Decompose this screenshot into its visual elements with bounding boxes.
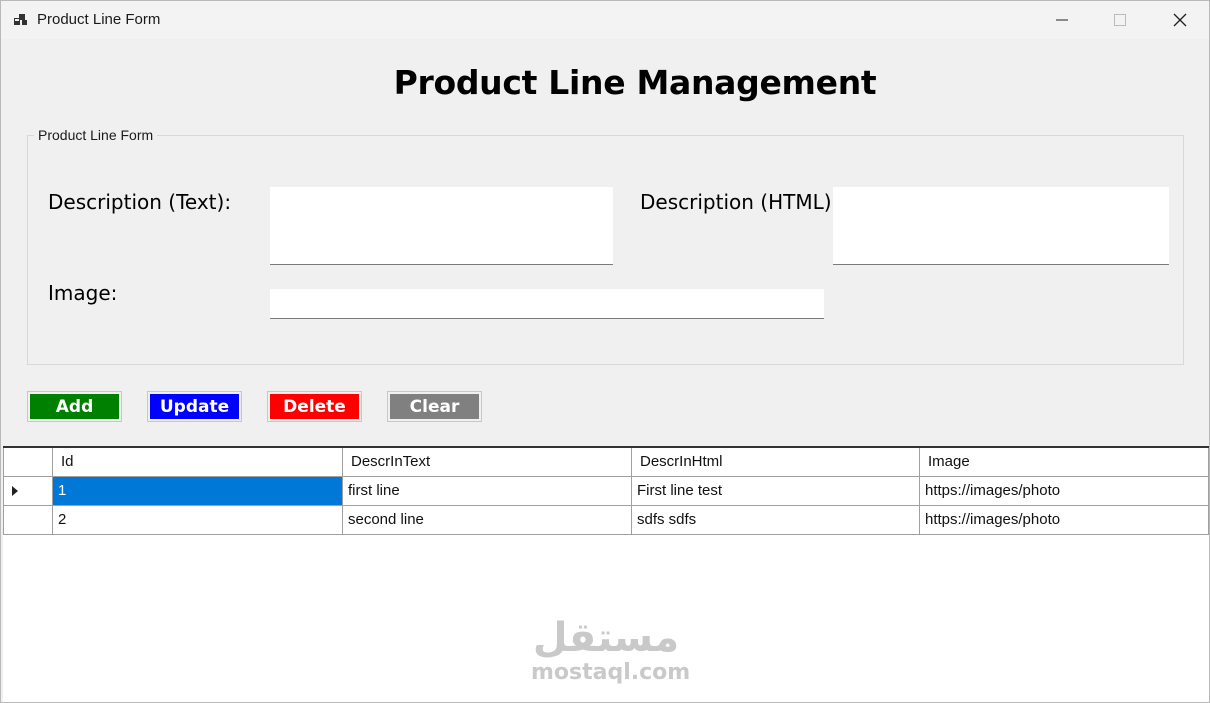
description-html-label: Description (HTML): <box>640 190 839 214</box>
table-row[interactable]: 1 first line First line test https://ima… <box>3 477 1209 506</box>
description-text-input[interactable] <box>270 187 613 265</box>
image-label: Image: <box>48 281 118 305</box>
cell-image[interactable]: https://images/photo <box>920 477 1209 505</box>
maximize-button[interactable] <box>1091 1 1149 39</box>
column-header-descrinhtml[interactable]: DescrInHtml <box>632 448 920 476</box>
app-window: Product Line Form Product Line Managemen… <box>0 0 1210 703</box>
cell-descr-text[interactable]: second line <box>343 506 632 534</box>
minimize-button[interactable] <box>1033 1 1091 39</box>
update-button-label: Update <box>150 394 239 419</box>
close-icon <box>1173 13 1187 27</box>
cell-descr-html[interactable]: First line test <box>632 477 920 505</box>
description-text-label: Description (Text): <box>48 190 232 214</box>
delete-button-label: Delete <box>270 394 359 419</box>
delete-button[interactable]: Delete <box>267 391 362 422</box>
cell-descr-text[interactable]: first line <box>343 477 632 505</box>
cell-image[interactable]: https://images/photo <box>920 506 1209 534</box>
groupbox-label: Product Line Form <box>34 127 158 143</box>
cell-id[interactable]: 1 <box>53 477 343 505</box>
window-title: Product Line Form <box>37 11 161 28</box>
clear-button-label: Clear <box>390 394 479 419</box>
column-header-image[interactable]: Image <box>920 448 1209 476</box>
row-header-corner[interactable] <box>3 448 53 476</box>
title-bar[interactable]: Product Line Form <box>1 1 1209 39</box>
row-header[interactable] <box>3 477 53 505</box>
cell-id[interactable]: 2 <box>53 506 343 534</box>
add-button[interactable]: Add <box>27 391 122 422</box>
current-row-arrow-icon <box>12 486 18 496</box>
cell-descr-html[interactable]: sdfs sdfs <box>632 506 920 534</box>
maximize-icon <box>1114 14 1126 26</box>
minimize-icon <box>1056 19 1068 21</box>
page-title: Product Line Management <box>393 63 877 102</box>
watermark-latin: mostaql.com <box>531 660 691 685</box>
update-button[interactable]: Update <box>147 391 242 422</box>
watermark-arabic: مستقل <box>532 615 680 661</box>
app-windows-icon <box>13 12 29 28</box>
column-header-descrintext[interactable]: DescrInText <box>343 448 632 476</box>
add-button-label: Add <box>30 394 119 419</box>
close-button[interactable] <box>1151 1 1209 39</box>
clear-button[interactable]: Clear <box>387 391 482 422</box>
column-header-id[interactable]: Id <box>53 448 343 476</box>
table-row[interactable]: 2 second line sdfs sdfs https://images/p… <box>3 506 1209 535</box>
row-header[interactable] <box>3 506 53 534</box>
watermark: مستقل mostaql.com <box>531 615 691 685</box>
description-html-input[interactable] <box>833 187 1169 265</box>
image-input[interactable] <box>270 289 824 319</box>
grid-header-row: Id DescrInText DescrInHtml Image <box>3 448 1209 477</box>
